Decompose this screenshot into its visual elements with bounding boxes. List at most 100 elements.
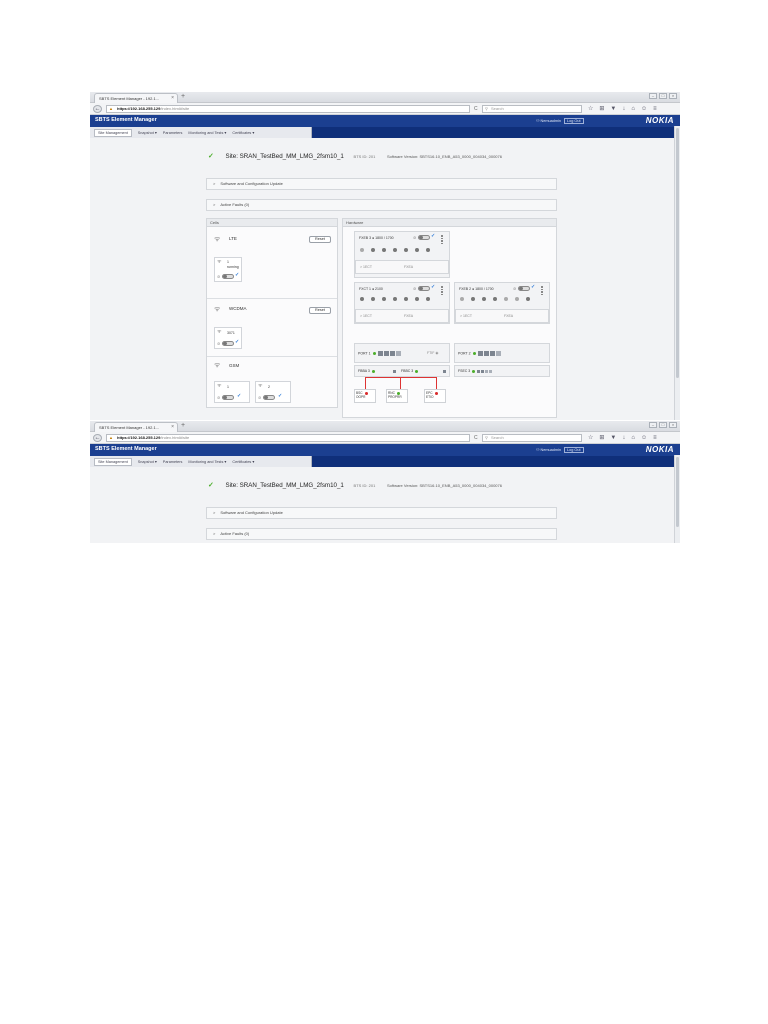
cell-sub-box: ᯤ 1 ⊘ ✓ — [214, 381, 250, 403]
module-toggle[interactable] — [518, 286, 530, 291]
tab-site-management[interactable]: Site Management — [94, 457, 132, 466]
module-sub-row[interactable]: > 1ECT FXEA — [355, 309, 449, 323]
minimize-button[interactable]: – — [649, 93, 657, 99]
search-placeholder: Search — [491, 435, 504, 440]
bookmark-star-icon[interactable]: ☆ — [588, 434, 593, 442]
module-label: FXCT 1 ● 2100 — [359, 287, 383, 291]
menu-strip: Site Management Snapshot ▾ Parameters Mo… — [90, 127, 312, 138]
logout-button[interactable]: Log Out — [564, 447, 584, 453]
port-square — [383, 351, 389, 356]
search-input[interactable]: ⚲ Search — [482, 105, 582, 113]
wifi-signal-icon: ᯤ — [217, 259, 222, 265]
download-icon[interactable]: ↓ — [622, 105, 625, 113]
baseband-module-right[interactable]: FSEC 3 — [454, 365, 550, 377]
browser-tab[interactable]: SBTS Element Manager - 192.1... × — [94, 422, 178, 432]
tab-site-management[interactable]: Site Management — [94, 128, 132, 137]
active-faults-accordion[interactable]: > Active Faults (0) — [206, 528, 557, 540]
home-icon[interactable]: ⌂ — [631, 105, 635, 113]
scrollbar-thumb[interactable] — [676, 457, 679, 527]
new-tab-button[interactable]: + — [181, 421, 185, 431]
pocket-icon[interactable]: ▼ — [610, 105, 616, 113]
tab-parameters[interactable]: Parameters — [163, 460, 183, 464]
logout-button[interactable]: Log Out — [564, 118, 584, 124]
account-icon[interactable]: ☺ — [641, 434, 647, 442]
back-icon[interactable]: ← — [93, 434, 102, 442]
account-icon[interactable]: ☺ — [641, 105, 647, 113]
module-label: FXEB 3 ● 1800 / 1700 — [359, 236, 394, 240]
port2-text: PORT 2 — [458, 351, 471, 356]
rnc-node[interactable]: RNC PROPRR — [386, 389, 408, 403]
tab-snapshot[interactable]: Snapshot ▾ — [138, 130, 157, 135]
close-window-button[interactable]: × — [669, 422, 677, 428]
hw-module-fxeb3[interactable]: FXEB 3 ● 1800 / 1700 ⊘ ✓ > 1ECT FXEA — [354, 231, 450, 278]
hw-module-fxct1[interactable]: FXCT 1 ● 2100 ⊘ ✓ > 1ECT FXEA — [354, 282, 450, 324]
minimize-button[interactable]: – — [649, 422, 657, 428]
cell-sub-box: ᯤ 2 ⊘ ✓ — [255, 381, 291, 403]
reload-icon[interactable]: C — [474, 435, 478, 441]
cell-id: 1 — [227, 260, 229, 264]
search-input[interactable]: ⚲ Search — [482, 434, 582, 442]
page-scrollbar[interactable] — [674, 126, 680, 420]
system-module-left[interactable]: PORT 1 FTIF ◉ — [354, 343, 450, 363]
maximize-button[interactable]: □ — [659, 422, 667, 428]
tab-monitoring-and-tests[interactable]: Monitoring and Tests ▾ — [188, 459, 226, 464]
checkmark-icon: ✓ — [237, 393, 242, 399]
reset-button[interactable]: Reset — [309, 236, 331, 243]
cell-toggle[interactable] — [222, 395, 234, 400]
close-window-button[interactable]: × — [669, 93, 677, 99]
active-faults-accordion[interactable]: > Active Faults (0) — [206, 199, 557, 211]
chevron-right-icon: > — [213, 531, 216, 536]
port-square — [395, 351, 401, 356]
menu-icon[interactable]: ≡ — [653, 434, 657, 442]
pocket-icon[interactable]: ▼ — [610, 434, 616, 442]
software-update-accordion[interactable]: > Software and Configuration Update — [206, 178, 557, 190]
home-icon[interactable]: ⌂ — [631, 434, 635, 442]
reload-icon[interactable]: C — [474, 106, 478, 112]
software-update-accordion[interactable]: > Software and Configuration Update — [206, 507, 557, 519]
bookmarks-icon[interactable]: ⊞ — [599, 105, 604, 113]
reset-button[interactable]: Reset — [309, 307, 331, 314]
epc-node[interactable]: EPC ETIO — [424, 389, 446, 403]
tab-monitoring-and-tests[interactable]: Monitoring and Tests ▾ — [188, 130, 226, 135]
cell-sub-box: ᯤ 3071 ⊘ ✓ — [214, 327, 242, 349]
tab-certificates[interactable]: Certificates ▾ — [232, 130, 254, 135]
cell-toggle[interactable] — [222, 274, 234, 279]
cell-toggle[interactable] — [263, 395, 275, 400]
tab-certificates[interactable]: Certificates ▾ — [232, 459, 254, 464]
cell-id: 1 — [227, 385, 229, 389]
back-icon[interactable]: ← — [93, 105, 102, 113]
scrollbar-thumb[interactable] — [676, 128, 679, 378]
user-name[interactable]: Nemuadmin — [540, 119, 560, 123]
tab-close-icon[interactable]: × — [171, 94, 174, 103]
user-name[interactable]: Nemuadmin — [540, 448, 560, 452]
maximize-button[interactable]: □ — [659, 93, 667, 99]
bookmark-star-icon[interactable]: ☆ — [588, 105, 593, 113]
hw-module-fxeb2[interactable]: FXEB 2 ● 1800 / 1700 ⊘ ✓ > 1ECT FXEA — [454, 282, 550, 324]
baseband-module-left[interactable]: FBBA 3 FBBC 3 — [354, 365, 450, 377]
menu-icon[interactable]: ≡ — [653, 105, 657, 113]
module-sub-row[interactable]: > 1ECT FXEA — [455, 309, 549, 323]
bookmarks-icon[interactable]: ⊞ — [599, 434, 604, 442]
new-tab-button[interactable]: + — [181, 92, 185, 102]
accordion-label: Software and Configuration Update — [220, 181, 283, 186]
toolbar-icons: ☆ ⊞ ▼ ↓ ⌂ ☺ ≡ — [588, 105, 657, 113]
tab-close-icon[interactable]: × — [171, 423, 174, 432]
module-sub-row[interactable]: > 1ECT FXEA — [355, 260, 449, 274]
bsc-sub: OOPR — [356, 395, 366, 399]
tab-title: SBTS Element Manager - 192.1... — [99, 425, 160, 430]
system-module-right[interactable]: PORT 2 — [454, 343, 550, 363]
cell-toggle[interactable] — [222, 341, 234, 346]
module-toggle[interactable] — [418, 235, 430, 240]
download-icon[interactable]: ↓ — [622, 434, 625, 442]
bsc-node[interactable]: BSC OOPR — [354, 389, 376, 403]
module-toggle[interactable] — [418, 286, 430, 291]
url-bar[interactable]: ▲ https://192.168.255.129/index.html#/si… — [106, 105, 470, 113]
status-error-dot — [434, 391, 438, 395]
page-scrollbar[interactable] — [674, 455, 680, 543]
hardware-header: Hardware — [343, 219, 556, 227]
url-bar[interactable]: ▲ https://192.168.255.129/index.html#/si… — [106, 434, 470, 442]
port-square — [489, 351, 495, 356]
browser-tab[interactable]: SBTS Element Manager - 192.1... × — [94, 93, 178, 103]
tab-snapshot[interactable]: Snapshot ▾ — [138, 459, 157, 464]
tab-parameters[interactable]: Parameters — [163, 131, 183, 135]
